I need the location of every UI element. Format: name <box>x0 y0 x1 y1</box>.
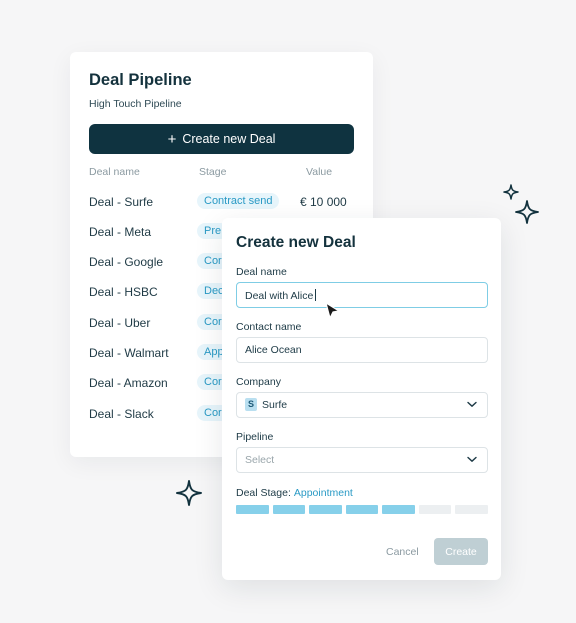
sparkle-icon <box>515 200 539 224</box>
deal-stage-segment[interactable] <box>272 505 306 514</box>
sparkle-icon <box>176 480 202 506</box>
cancel-button[interactable]: Cancel <box>386 546 419 558</box>
deal-name-input-text-wrap: Deal with Alice <box>245 289 317 302</box>
column-header-deal-name: Deal name <box>89 166 140 178</box>
create-new-deal-label: Create new Deal <box>182 132 276 146</box>
create-new-deal-button[interactable]: + Create new Deal <box>89 124 354 154</box>
deal-stage-segment[interactable] <box>418 505 452 514</box>
deal-name: Deal - Surfe <box>89 195 154 209</box>
deal-stage-segment[interactable] <box>236 505 269 514</box>
deal-stage-segment[interactable] <box>382 505 415 514</box>
create-deal-modal: Create new Deal Deal name Deal with Alic… <box>222 218 501 580</box>
modal-title: Create new Deal <box>236 234 356 251</box>
pipeline-label: Pipeline <box>236 431 274 443</box>
contact-name-input[interactable]: Alice Ocean <box>236 337 488 363</box>
deal-name: Deal - Walmart <box>89 346 169 360</box>
plus-icon: + <box>167 130 177 148</box>
deal-name: Deal - HSBC <box>89 285 158 299</box>
deal-stage-label-text: Deal Stage: <box>236 487 291 499</box>
deal-stage-segment[interactable] <box>455 505 489 514</box>
column-header-value: Value <box>306 166 333 178</box>
deal-name: Deal - Amazon <box>89 376 168 390</box>
deal-stage-value: Appointment <box>293 487 353 499</box>
mouse-pointer-icon <box>325 302 340 319</box>
deal-name: Deal - Slack <box>89 407 154 421</box>
deal-stage-label: Deal Stage: Appointment <box>236 487 353 499</box>
company-label: Company <box>236 376 281 388</box>
pipeline-select-placeholder: Select <box>245 454 275 466</box>
pipeline-subtitle: High Touch Pipeline <box>89 98 182 110</box>
deal-name: Deal - Google <box>89 255 164 269</box>
deal-name-input-value: Deal with Alice <box>245 290 314 302</box>
deal-value: € 10 000 <box>300 195 347 209</box>
deal-name: Deal - Uber <box>89 316 151 330</box>
text-caret <box>315 289 317 301</box>
deal-stage-segment[interactable] <box>345 505 379 514</box>
company-select-value: Surfe <box>262 399 288 411</box>
company-select[interactable]: S Surfe <box>236 392 488 418</box>
stage-badge: Contract send <box>197 193 280 209</box>
deal-stage-segment[interactable] <box>309 505 342 514</box>
pipeline-select[interactable]: Select <box>236 447 488 473</box>
contact-name-label: Contact name <box>236 321 302 333</box>
column-header-stage: Stage <box>199 166 227 178</box>
deal-stage-progress[interactable] <box>236 505 489 514</box>
sparkle-icon <box>503 184 519 200</box>
chevron-down-icon <box>467 456 477 462</box>
deal-name-input[interactable]: Deal with Alice <box>236 282 488 308</box>
create-button[interactable]: Create <box>434 538 488 565</box>
deal-name-label: Deal name <box>236 266 287 278</box>
surfe-logo-icon: S <box>245 398 257 411</box>
chevron-down-icon <box>467 401 477 407</box>
table-row[interactable]: Deal - Surfe Contract send € 10 000 <box>70 191 373 215</box>
deal-name: Deal - Meta <box>89 225 152 239</box>
contact-name-input-value: Alice Ocean <box>245 344 302 356</box>
pipeline-title: Deal Pipeline <box>89 71 192 89</box>
